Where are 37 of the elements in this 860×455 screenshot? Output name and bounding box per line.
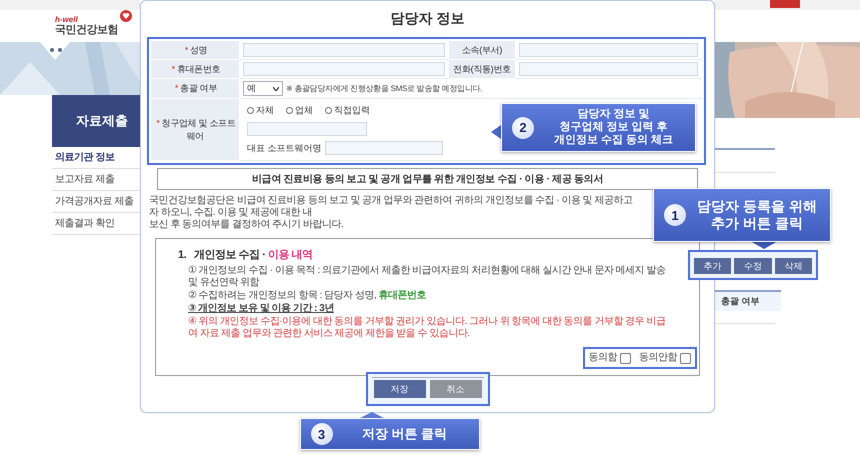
agree-checkbox[interactable]: 동의안함 (639, 352, 691, 364)
consent-item: ② 수집하려는 개인정보의 항목 : 담당자 성명, 휴대폰번호 (187, 290, 427, 302)
callout-text: 담당자 등록을 위해 추가 버튼 클릭 (696, 198, 818, 232)
column-header: 총괄 여부 (715, 290, 781, 311)
consent-item: ③ 개인정보 보유 및 이용 기간 : 3년 (187, 303, 335, 315)
intro-text: 보신 후 동의여부를 결정하여 주시기 바랍니다. (149, 219, 344, 231)
select-field[interactable]: 예 (243, 81, 283, 96)
field-label: * 총괄 여부 (174, 82, 218, 95)
radio-option[interactable]: 자체 (247, 104, 274, 117)
logo-text: 국민건강보험 (55, 24, 118, 36)
action-button[interactable]: 추가 (694, 258, 732, 274)
consent-title: 비급여 진료비용 등의 보고 및 공개 업무를 위한 개인정보 수집 · 이용 · 제공 동의서 (157, 168, 698, 190)
save-button[interactable]: 저장 (374, 380, 426, 398)
consent-item: ④ 위의 개인정보 수집·이용에 대한 동의를 거부할 권리가 있습니다. 그러나 위 항목에 대한 동의를 거부할 경우 비급여 자료 제출 업무와 관련한 서비스 제공에 제한을 받을 수 있습니다. (187, 316, 667, 340)
consent-item: ① 개인정보의 수집 · 이용 목적 : 의료기관에서 제출한 비급여자료의 처리현황에 대해 실시간 안내 문자 메세지 발송 및 유선연락 위함 (187, 265, 667, 289)
step-number: 1 (664, 204, 686, 226)
intro-text: 국민건강보험공단은 비급여 진료비용 등의 보고 및 공개 업무와 관련하여 귀하의 개인정보를 수집 · 이용 및 제공하고자 하오니, 수집. 이용 및 제공에 대한 내 (149, 195, 634, 219)
field-label: 전화(직통)번호 (452, 62, 512, 76)
agree-checkbox[interactable]: 동의함 (588, 352, 631, 364)
field-label: * 휴대폰번호 (170, 62, 222, 76)
logo-tagline: h-well (55, 16, 78, 24)
callout-text: 담당자 정보 및 청구업체 정보 입력 후 개인정보 수집 동의 체크 (552, 108, 674, 147)
action-button[interactable]: 삭제 (774, 258, 812, 274)
radio-option[interactable]: 직접입력 (325, 104, 370, 117)
note-text: ※ 총괄담당자에게 진행상황을 SMS로 발송할 예정입니다. (286, 83, 482, 94)
sidebar-title: 자료제출 (52, 95, 140, 147)
callout-text: 저장 버튼 클릭 (360, 427, 448, 441)
step-number: 2 (512, 116, 534, 138)
step-number: 3 (310, 423, 332, 445)
field-label: * 청구업체 및 소프트웨어 (155, 116, 237, 142)
section-heading: 1. 개인정보 수집 · 이용 내역 (178, 249, 314, 261)
field-label: 소속(부서) (460, 44, 504, 56)
field-label: 대표 소프트웨어명 (247, 142, 322, 154)
radio-option[interactable]: 업체 (286, 104, 313, 117)
field-label: * 성명 (184, 44, 208, 56)
dialog-title: 담당자 정보 (390, 9, 466, 28)
action-button[interactable]: 수정 (734, 258, 772, 274)
